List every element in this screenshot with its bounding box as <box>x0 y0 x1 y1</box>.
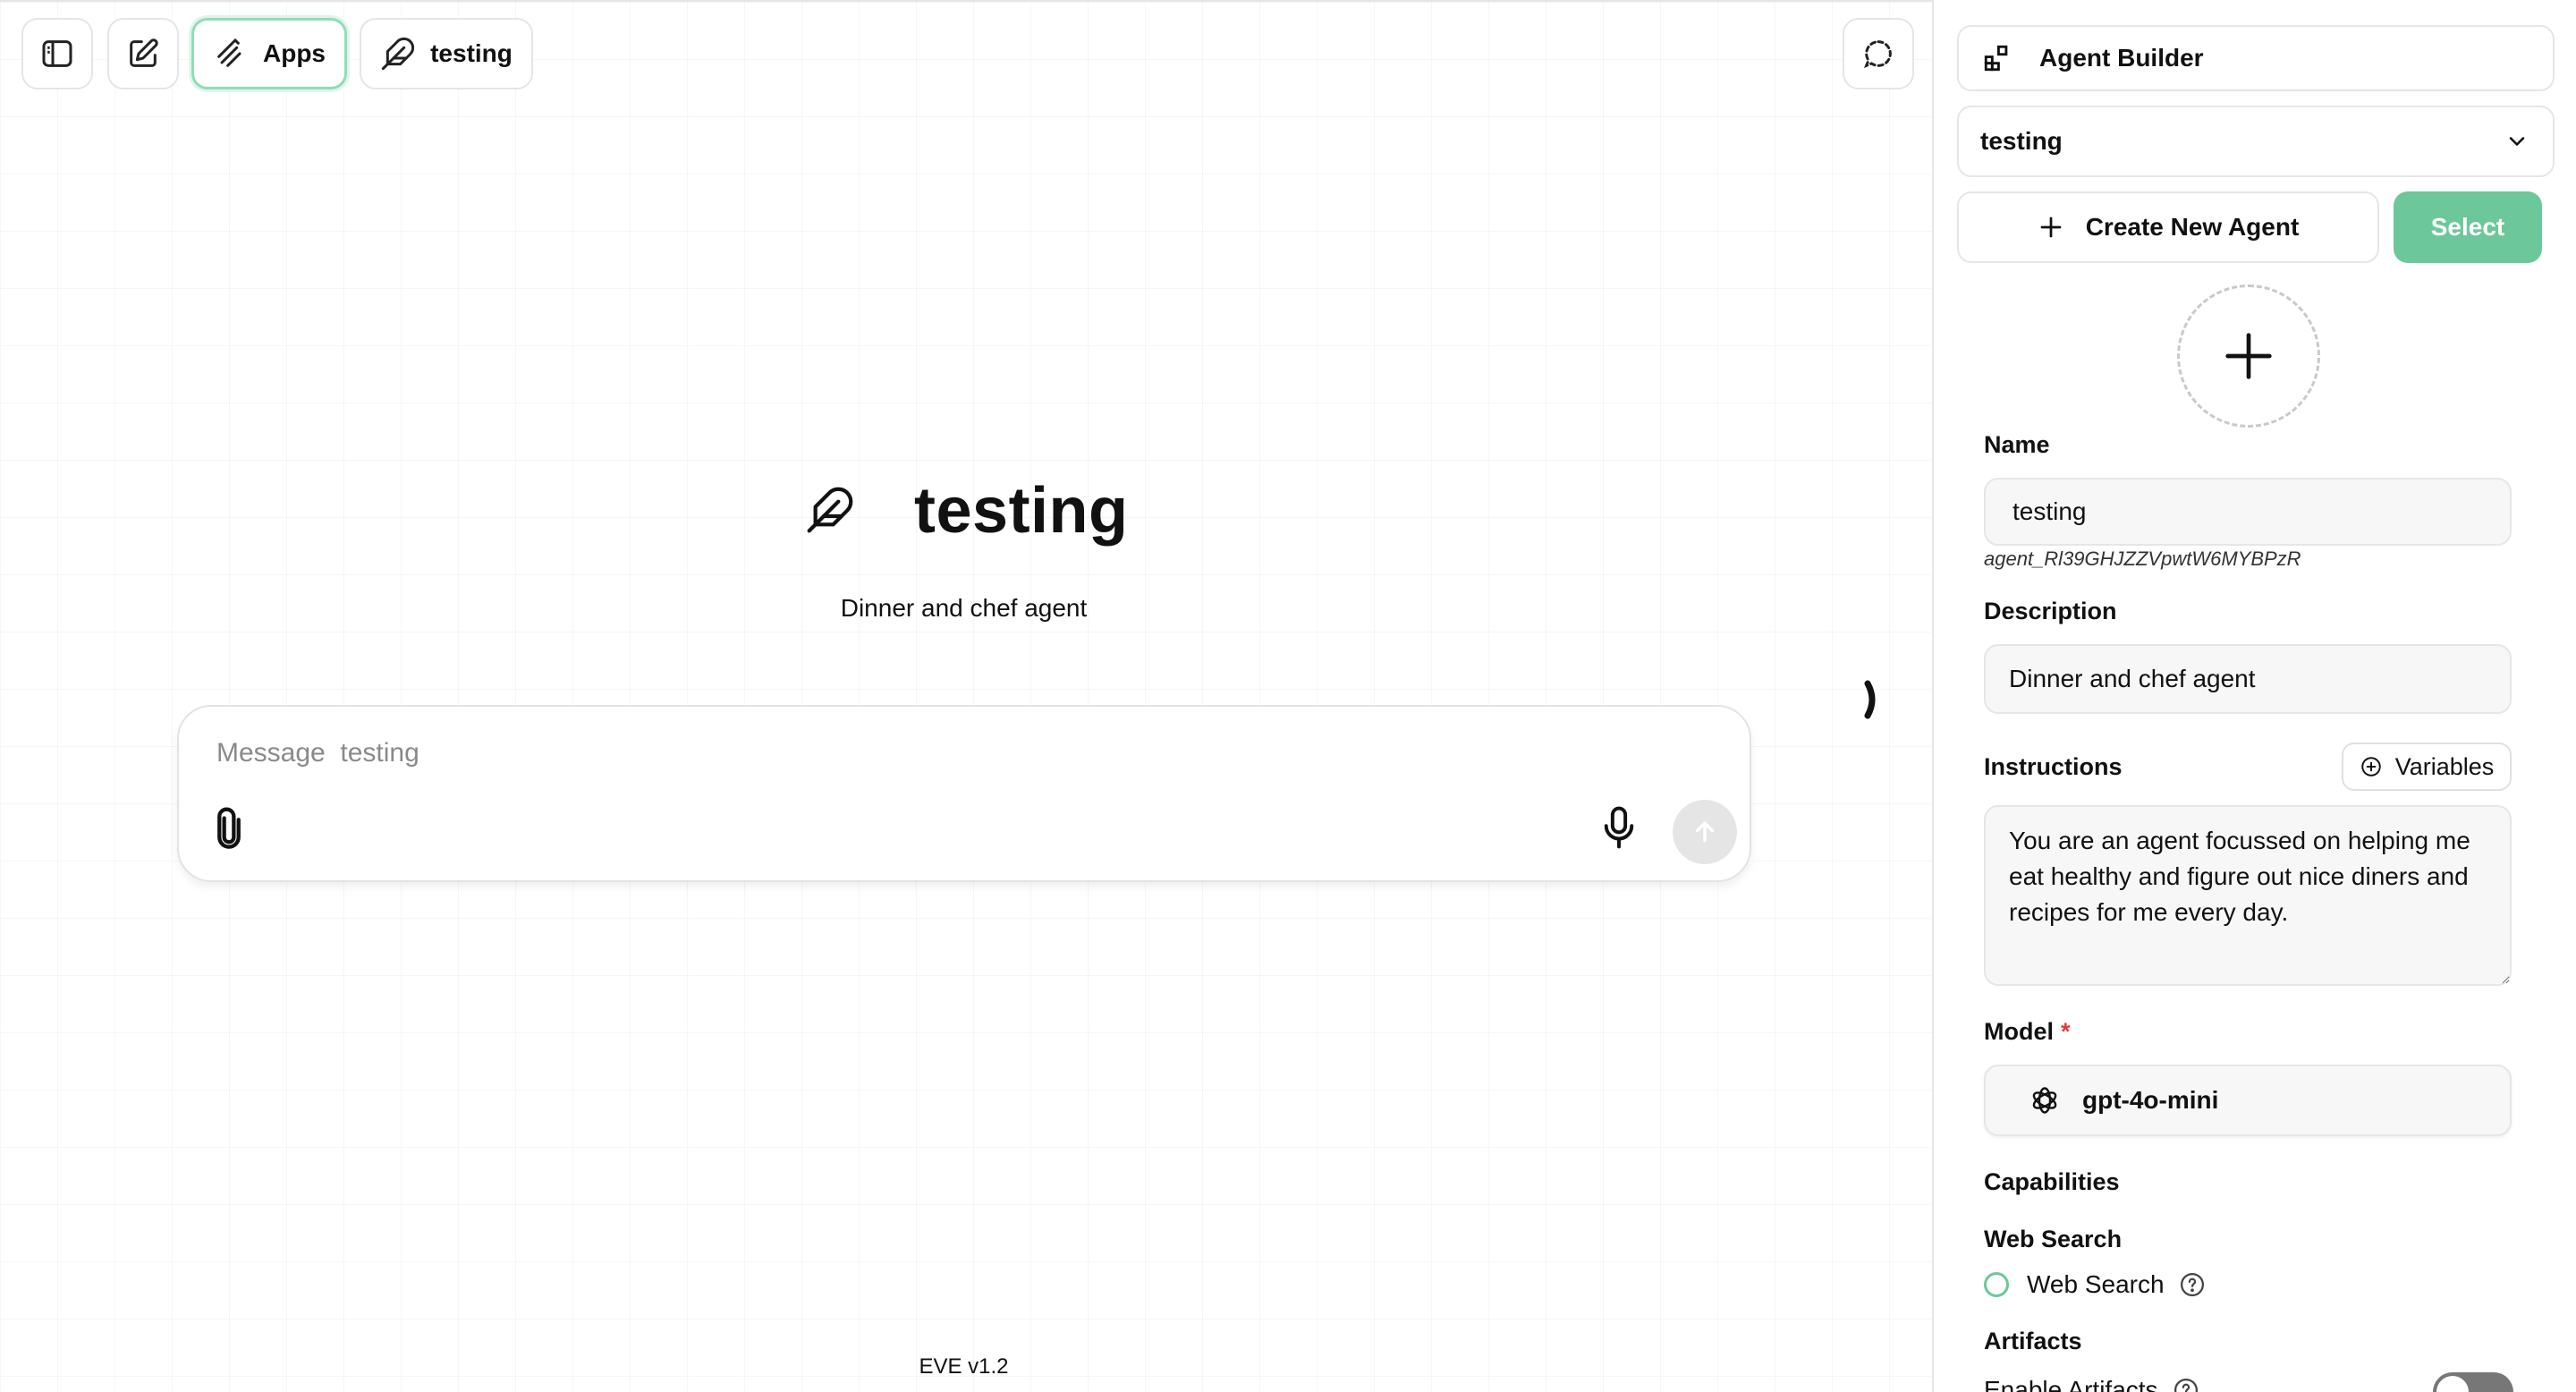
agent-builder-panel: Agent Builder testing Create New Agent S… <box>1932 0 2576 1392</box>
apps-label: Apps <box>263 39 326 67</box>
instructions-label: Instructions <box>1984 753 2123 780</box>
sidebar-toggle-icon <box>42 40 72 67</box>
panel-collapse-handle[interactable] <box>1862 680 1880 719</box>
web-search-option-label: Web Search <box>2027 1270 2165 1298</box>
sidebar-toggle-button[interactable] <box>21 18 93 89</box>
plus-icon <box>2040 216 2062 238</box>
arrow-up-icon <box>1695 821 1715 843</box>
agent-description: Dinner and chef agent <box>840 594 1088 622</box>
agent-tab-button[interactable]: testing <box>360 18 533 89</box>
chat-main-area: Apps testing testing Dinner and chef age… <box>0 0 1932 1392</box>
avatar-upload-button[interactable] <box>2177 284 2320 428</box>
enable-artifacts-label: Enable Artifacts <box>1984 1376 2158 1392</box>
create-new-agent-button[interactable]: Create New Agent <box>1957 191 2379 263</box>
agent-select-value: testing <box>1980 127 2063 155</box>
select-button[interactable]: Select <box>2394 191 2542 263</box>
variables-button[interactable]: Variables <box>2342 743 2512 791</box>
model-label-text: Model <box>1984 1018 2054 1045</box>
variables-label: Variables <box>2394 752 2495 780</box>
instructions-field[interactable]: You are an agent focussed on helping me … <box>1984 805 2512 986</box>
enable-artifacts-option: Enable Artifacts <box>1984 1376 2199 1392</box>
plus-icon <box>2225 333 2272 379</box>
agent-id: agent_Rl39GHJZZVpwtW6MYBPzR <box>1984 547 2301 570</box>
agent-select-dropdown[interactable]: testing <box>1957 106 2555 177</box>
new-chat-button[interactable] <box>107 18 179 89</box>
description-field[interactable] <box>1984 644 2512 714</box>
edit-icon <box>130 38 158 67</box>
model-label: Model * <box>1984 1018 2071 1046</box>
agent-tab-label: testing <box>430 39 513 67</box>
web-search-section-label: Web Search <box>1984 1226 2123 1252</box>
agent-title: testing <box>914 475 1129 547</box>
help-icon[interactable] <box>2179 1271 2206 1298</box>
temporary-chat-button[interactable] <box>1843 18 1914 89</box>
model-select[interactable]: gpt-4o-mini <box>1984 1065 2512 1136</box>
chevron-down-icon <box>2509 137 2525 146</box>
apps-button[interactable]: Apps <box>191 18 347 89</box>
enable-artifacts-toggle[interactable] <box>2433 1372 2513 1392</box>
message-input[interactable] <box>215 730 1381 777</box>
feather-icon <box>381 37 415 71</box>
blocks-icon <box>1984 45 2008 72</box>
capabilities-label: Capabilities <box>1984 1168 2120 1195</box>
paperclip-icon[interactable] <box>209 807 249 852</box>
mic-icon[interactable] <box>1599 805 1639 850</box>
toggle-knob <box>2436 1376 2469 1392</box>
feather-icon <box>807 487 853 533</box>
version-label: EVE v1.2 <box>919 1354 1009 1379</box>
add-circle-icon <box>2360 757 2381 777</box>
agent-builder-title: Agent Builder <box>2039 44 2204 72</box>
artifacts-section-label: Artifacts <box>1984 1328 2082 1354</box>
dashed-chat-icon <box>1863 40 1892 69</box>
web-search-option[interactable]: Web Search <box>1984 1270 2206 1299</box>
name-label: Name <box>1984 431 2050 458</box>
web-search-checkbox[interactable] <box>1984 1272 2009 1297</box>
message-composer <box>177 705 1751 882</box>
send-button[interactable] <box>1673 800 1737 864</box>
openai-icon <box>2032 1087 2057 1114</box>
create-new-agent-label: Create New Agent <box>2085 213 2300 241</box>
model-name: gpt-4o-mini <box>2082 1086 2219 1114</box>
agent-builder-header: Agent Builder <box>1957 25 2555 91</box>
description-label: Description <box>1984 598 2117 624</box>
required-marker: * <box>2061 1018 2071 1045</box>
name-field[interactable] <box>1984 478 2512 546</box>
apps-icon <box>217 38 242 67</box>
help-icon[interactable] <box>2173 1377 2199 1392</box>
